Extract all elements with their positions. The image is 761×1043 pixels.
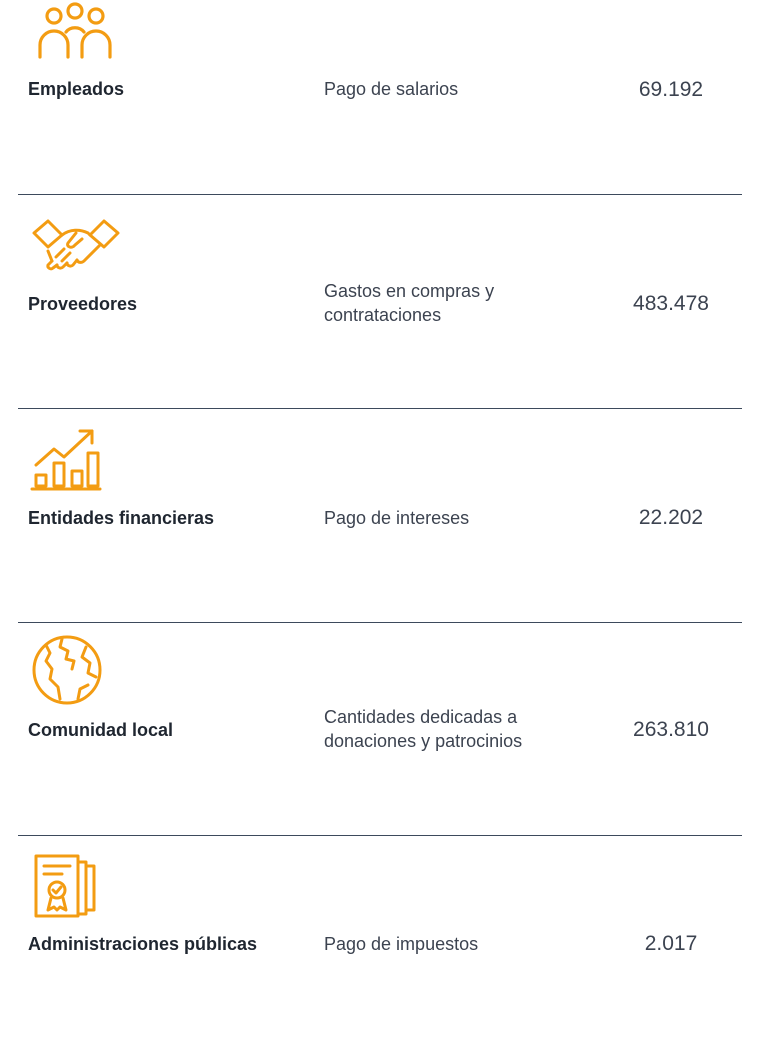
row-public-administrations: Administraciones públicas Pago de impues…: [0, 836, 761, 1043]
payment-description: Pago de impuestos: [324, 934, 479, 954]
row-employees: Empleados Pago de salarios 69.192: [0, 0, 761, 194]
payment-description: Cantidades dedicadas a donaciones y patr…: [324, 707, 523, 751]
row-suppliers: Proveedores Gastos en compras y contrata…: [0, 195, 761, 408]
amount-value: 263.810: [633, 718, 709, 741]
stakeholder-label: Administraciones públicas: [28, 934, 258, 954]
stakeholder-label: Empleados: [28, 79, 125, 99]
amount-value: 22.202: [638, 506, 704, 529]
stakeholder-label: Entidades financieras: [28, 508, 215, 528]
amount-value: 2.017: [644, 932, 698, 955]
globe-icon: [30, 633, 104, 707]
growth-chart-icon: [30, 425, 102, 493]
people-icon: [30, 2, 120, 60]
certificate-document-icon: [30, 852, 102, 920]
payment-description: Pago de intereses: [324, 508, 470, 528]
stakeholder-label: Proveedores: [28, 294, 138, 314]
amount-value: 69.192: [638, 78, 704, 101]
handshake-icon: [30, 215, 122, 277]
payment-description: Gastos en compras y contrataciones: [324, 281, 495, 325]
stakeholder-label: Comunidad local: [28, 720, 174, 740]
amount-value: 483.478: [633, 292, 709, 315]
row-local-community: Comunidad local Cantidades dedicadas a d…: [0, 623, 761, 835]
row-financial-entities: Entidades financieras Pago de intereses …: [0, 409, 761, 622]
payment-description: Pago de salarios: [324, 79, 459, 99]
